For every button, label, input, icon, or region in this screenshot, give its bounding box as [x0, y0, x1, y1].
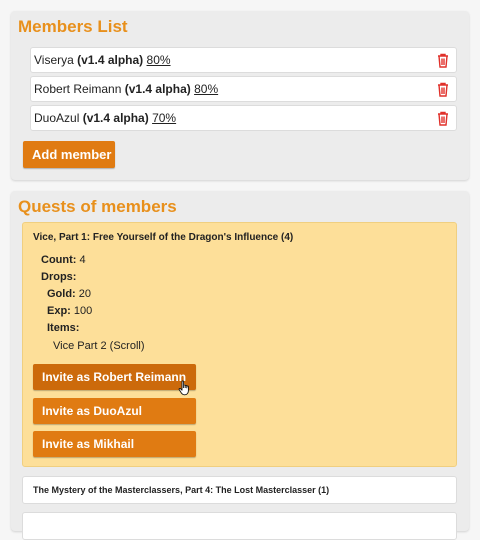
count-value: 4 — [79, 254, 86, 266]
invite-robert-reimann-button[interactable]: Invite as Robert Reimann — [33, 364, 196, 396]
member-version: (v1.4 alpha) — [77, 53, 144, 67]
count-label: Count: — [41, 254, 77, 266]
quest-card[interactable] — [22, 512, 457, 540]
members-title: Members List — [18, 17, 128, 36]
member-percent-link[interactable]: 80% — [147, 53, 171, 67]
member-percent-link[interactable]: 80% — [194, 82, 218, 96]
quest-title: Vice, Part 1: Free Yourself of the Drago… — [33, 232, 294, 243]
member-row: DuoAzul (v1.4 alpha) 70% — [30, 105, 457, 131]
quest-item: Vice Part 2 (Scroll) — [53, 340, 145, 352]
member-name: Robert Reimann — [34, 82, 122, 96]
gold-label: Gold: — [47, 288, 76, 300]
member-name: Viserya — [34, 53, 74, 67]
trash-icon[interactable] — [437, 111, 449, 126]
quests-title: Quests of members — [18, 197, 177, 216]
quest-items: Items: — [47, 322, 79, 334]
invite-label: Invite as Robert Reimann — [42, 370, 187, 384]
quests-panel: Quests of members Vice, Part 1: Free You… — [11, 191, 469, 540]
exp-value: 100 — [73, 305, 93, 317]
items-label: Items: — [47, 322, 80, 334]
member-name: DuoAzul — [34, 111, 80, 125]
drops-label: Drops: — [41, 271, 77, 283]
trash-icon[interactable] — [437, 53, 449, 68]
trash-icon[interactable] — [437, 82, 449, 97]
quest-count: Count: 4 — [41, 254, 86, 266]
quest-card-expanded[interactable]: Vice, Part 1: Free Yourself of the Drago… — [22, 222, 457, 467]
exp-label: Exp: — [47, 305, 71, 317]
members-panel: Members List Viserya (v1.4 alpha) 80% Ro… — [11, 11, 469, 180]
hand-pointer-icon — [178, 380, 189, 396]
gold-value: 20 — [78, 288, 92, 300]
invite-mikhail-button[interactable]: Invite as Mikhail — [33, 431, 196, 457]
member-version: (v1.4 alpha) — [82, 111, 149, 125]
quest-exp: Exp: 100 — [47, 305, 92, 317]
quest-card[interactable]: The Mystery of the Masterclassers, Part … — [22, 476, 457, 504]
invite-duoazul-button[interactable]: Invite as DuoAzul — [33, 398, 196, 424]
member-version: (v1.4 alpha) — [124, 82, 191, 96]
quest-drops: Drops: — [41, 271, 76, 283]
add-member-button[interactable]: Add member — [23, 141, 115, 168]
quest-gold: Gold: 20 — [47, 288, 91, 300]
member-percent-link[interactable]: 70% — [152, 111, 176, 125]
member-row: Robert Reimann (v1.4 alpha) 80% — [30, 76, 457, 102]
member-row: Viserya (v1.4 alpha) 80% — [30, 47, 457, 73]
